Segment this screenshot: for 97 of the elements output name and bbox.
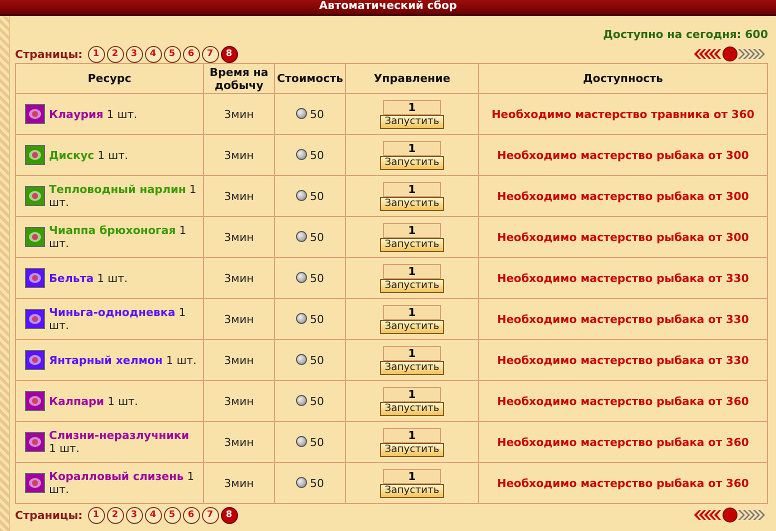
table-cell: 3мин	[204, 462, 274, 504]
page-link[interactable]: 4	[144, 506, 162, 524]
cost-value: 50	[310, 272, 324, 284]
page-scroller-icon[interactable]	[692, 46, 768, 62]
page-link[interactable]: 3	[126, 506, 143, 524]
start-button[interactable]: Запустить	[380, 442, 444, 456]
availability-text: Необходимо мастерство рыбака от 330	[478, 298, 768, 340]
resource-icon	[25, 350, 45, 370]
cost-value: 50	[310, 476, 324, 490]
coin-icon	[296, 108, 307, 118]
amount-field[interactable]: 1	[383, 304, 441, 320]
page-link[interactable]: 8	[220, 506, 238, 524]
coin-icon	[296, 272, 307, 282]
amount-field[interactable]: 1	[383, 386, 441, 402]
resource-icon	[25, 145, 45, 165]
table-cell: 3мин	[204, 176, 274, 216]
table-cell: 3мин	[204, 94, 274, 134]
column-header: Доступность	[478, 64, 768, 94]
table-cell: 3мин	[204, 216, 274, 258]
resource-icon	[25, 186, 45, 206]
page-link[interactable]: 7	[202, 46, 219, 62]
start-button[interactable]: Запустить	[380, 196, 444, 210]
cost-value: 50	[310, 394, 324, 408]
start-button[interactable]: Запустить	[380, 278, 444, 292]
availability-text: Необходимо мастерство рыбака от 360	[478, 462, 768, 504]
amount-field[interactable]: 1	[383, 100, 441, 114]
availability-text: Необходимо мастерство рыбака от 360	[478, 422, 768, 462]
page-link[interactable]: 8	[220, 46, 238, 62]
page-link[interactable]: 6	[182, 46, 200, 62]
cost-value: 50	[310, 148, 324, 162]
resource-icon	[25, 268, 45, 288]
cost-value: 50	[310, 190, 324, 202]
page-scroller-icon[interactable]	[692, 507, 768, 523]
table-cell: 3мин	[204, 340, 274, 380]
cost-value: 50	[310, 108, 324, 120]
amount-field[interactable]: 1	[383, 140, 441, 156]
resource-icon	[25, 227, 45, 247]
window-title: Автоматический сбор	[319, 0, 457, 10]
cost-value: 50	[310, 230, 324, 244]
availability-text: Необходимо мастерство рыбака от 300	[478, 176, 768, 216]
cost-value: 50	[310, 436, 324, 448]
page-link[interactable]: 5	[164, 46, 181, 62]
page-link[interactable]: 1	[88, 506, 105, 524]
table-cell: 3мин	[204, 258, 274, 298]
start-button[interactable]: Запустить	[380, 484, 444, 498]
availability-text: Необходимо мастерство рыбака от 300	[478, 134, 768, 176]
resource-icon	[25, 391, 45, 411]
amount-field[interactable]: 1	[383, 222, 441, 238]
amount-field[interactable]: 1	[383, 428, 441, 442]
availability-text: Необходимо мастерство рыбака от 360	[478, 380, 768, 422]
column-header: Ресурс	[16, 64, 204, 94]
page-link[interactable]: 2	[106, 506, 124, 524]
table-cell: 3мин	[204, 380, 274, 422]
resource-icon	[25, 309, 45, 329]
coin-icon	[296, 436, 307, 446]
start-button[interactable]: Запустить	[380, 156, 444, 170]
pages-label: Страницы:	[15, 48, 83, 60]
amount-field[interactable]: 1	[383, 182, 441, 196]
table-cell: 3мин	[204, 134, 274, 176]
page-link[interactable]: 7	[202, 506, 219, 524]
page-link[interactable]: 4	[144, 46, 162, 62]
page-link[interactable]: 6	[182, 506, 200, 524]
available-today-label: Доступно на сегодня: 600	[603, 28, 768, 42]
amount-field[interactable]: 1	[383, 264, 441, 278]
cost-value: 50	[310, 354, 324, 366]
start-button[interactable]: Запустить	[380, 114, 444, 128]
coin-icon	[296, 354, 307, 364]
column-header: Управление	[346, 64, 478, 94]
resource-icon	[25, 432, 45, 452]
availability-text: Необходимо мастерство травника от 360	[478, 94, 768, 134]
start-button[interactable]: Запустить	[380, 360, 444, 374]
page-link[interactable]: 1	[88, 46, 105, 62]
start-button[interactable]: Запустить	[380, 402, 444, 416]
coin-icon	[296, 230, 307, 242]
page-link[interactable]: 3	[126, 46, 143, 62]
coin-icon	[296, 148, 307, 160]
page-link[interactable]: 5	[164, 506, 181, 524]
coin-icon	[296, 190, 307, 200]
availability-text: Необходимо мастерство рыбака от 330	[478, 258, 768, 298]
cost-value: 50	[310, 312, 324, 326]
column-header: Время на добычу	[204, 64, 274, 94]
page-link[interactable]: 2	[106, 46, 124, 62]
pages-label: Страницы:	[15, 508, 83, 522]
column-header: Стоимость	[274, 64, 346, 94]
availability-text: Необходимо мастерство рыбака от 330	[478, 340, 768, 380]
table-cell: 3мин	[204, 422, 274, 462]
amount-field[interactable]: 1	[383, 468, 441, 484]
start-button[interactable]: Запустить	[380, 238, 444, 252]
table-cell: 3мин	[204, 298, 274, 340]
coin-icon	[296, 394, 307, 406]
resource-icon	[25, 104, 45, 124]
start-button[interactable]: Запустить	[380, 320, 444, 334]
coin-icon	[296, 312, 307, 324]
amount-field[interactable]: 1	[383, 346, 441, 360]
resource-icon	[25, 473, 45, 493]
coin-icon	[296, 476, 307, 488]
availability-text: Необходимо мастерство рыбака от 300	[478, 216, 768, 258]
